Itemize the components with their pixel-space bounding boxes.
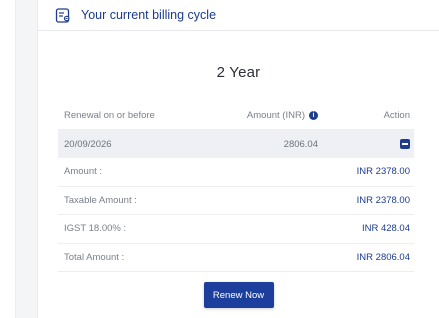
detail-value: INR 2806.04 xyxy=(356,251,410,263)
detail-label: Total Amount : xyxy=(64,251,125,263)
detail-value: INR 428.04 xyxy=(361,223,410,235)
renewal-table: Renewal on or before Amount (INR) i Acti… xyxy=(58,102,414,272)
card-header: Your current billing cycle xyxy=(38,0,439,31)
detail-label: Taxable Amount : xyxy=(64,194,137,206)
column-action: Action xyxy=(383,110,410,121)
collapse-minus-icon[interactable] xyxy=(400,139,410,149)
detail-value: INR 2378.00 xyxy=(356,194,410,206)
column-amount: Amount (INR) i xyxy=(198,110,318,121)
renewal-amount: 2806.04 xyxy=(283,138,318,150)
billing-cycle-title: Your current billing cycle xyxy=(81,8,217,22)
action-cell xyxy=(318,139,414,149)
column-amount-label: Amount (INR) xyxy=(246,110,305,121)
billing-document-icon xyxy=(55,7,72,24)
plan-title: 2 Year xyxy=(216,64,261,81)
detail-row-taxable: Taxable Amount : INR 2378.00 xyxy=(58,187,414,215)
renewal-date: 20/09/2026 xyxy=(64,138,112,150)
detail-label: IGST 18.00% : xyxy=(64,223,127,235)
renew-container: Renew Now xyxy=(38,282,439,308)
detail-row-amount: Amount : INR 2378.00 xyxy=(58,158,414,187)
info-icon[interactable]: i xyxy=(309,111,318,120)
table-header: Renewal on or before Amount (INR) i Acti… xyxy=(58,102,414,130)
renewal-row: 20/09/2026 2806.04 xyxy=(58,130,414,158)
renew-now-button[interactable]: Renew Now xyxy=(203,282,274,308)
detail-value: INR 2378.00 xyxy=(356,166,410,178)
billing-card: Your current billing cycle 2 Year Renewa… xyxy=(37,0,439,318)
detail-row-total: Total Amount : INR 2806.04 xyxy=(58,244,414,272)
detail-label: Amount : xyxy=(64,166,103,178)
detail-row-igst: IGST 18.00% : INR 428.04 xyxy=(58,215,414,244)
left-panel-edge xyxy=(0,0,16,318)
column-renewal: Renewal on or before xyxy=(64,110,155,121)
